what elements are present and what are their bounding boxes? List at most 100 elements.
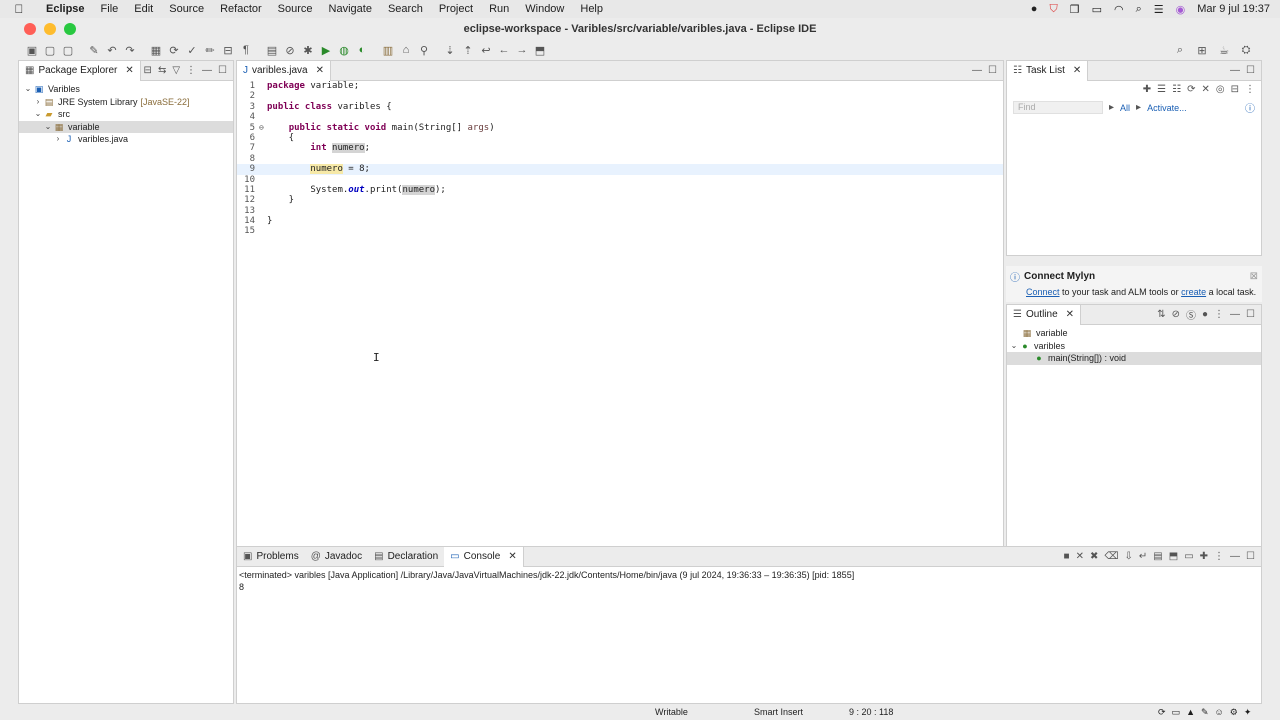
close-icon[interactable]: ✕ — [1073, 65, 1081, 76]
task-activate-link[interactable]: Activate... — [1147, 103, 1187, 113]
minimize-icon[interactable]: — — [202, 65, 212, 76]
close-icon[interactable]: ✕ — [1066, 309, 1074, 320]
pin-icon[interactable]: ⬒ — [532, 42, 548, 58]
code-line[interactable]: 2 — [237, 91, 1003, 101]
terminal-icon[interactable]: ▤ — [264, 42, 280, 58]
shield-icon[interactable]: ⛉ — [1049, 3, 1057, 16]
control-center-icon[interactable]: ☰ — [1154, 3, 1164, 16]
forward-icon[interactable]: → — [514, 42, 530, 58]
battery-icon[interactable]: ▭ — [1092, 3, 1102, 16]
code-line-current[interactable]: 9 numero = 8; — [237, 164, 1003, 175]
code-line[interactable]: 8 — [237, 154, 1003, 164]
smiley-icon[interactable]: ☺ — [1215, 707, 1224, 718]
redo-icon[interactable]: ↷ — [122, 42, 138, 58]
outline-item-method[interactable]: ● main(String[]) : void — [1007, 352, 1261, 365]
perspective-java-icon[interactable]: ☕ — [1216, 42, 1232, 58]
search-tool-icon[interactable]: ⚲ — [416, 42, 432, 58]
last-edit-icon[interactable]: ↩ — [478, 42, 494, 58]
task-find-input[interactable]: Find — [1013, 101, 1103, 114]
search-icon[interactable]: ⌕ — [1172, 42, 1188, 58]
debug-icon[interactable]: ✱ — [300, 42, 316, 58]
block-select-icon[interactable]: ⊟ — [220, 42, 236, 58]
view-menu-icon[interactable]: ⋮ — [1214, 309, 1224, 320]
save-icon[interactable]: ▢ — [42, 42, 58, 58]
code-line[interactable]: 6 { — [237, 133, 1003, 143]
record-icon[interactable]: ● — [1031, 3, 1038, 15]
tab-console[interactable]: ▭ Console ✕ — [444, 546, 524, 567]
toggle-mark-icon[interactable]: ✓ — [184, 42, 200, 58]
menu-file[interactable]: File — [93, 0, 127, 18]
code-line[interactable]: 14} — [237, 216, 1003, 226]
back-icon[interactable]: ← — [496, 42, 512, 58]
minimize-icon[interactable]: — — [1230, 65, 1240, 76]
outline-item-class[interactable]: ⌄ ● varibles — [1007, 340, 1261, 353]
spotlight-icon[interactable]: ⌕ — [1136, 3, 1142, 16]
focus-icon[interactable]: ◎ — [1216, 84, 1225, 95]
collapse-all-icon[interactable]: ⊟ — [1231, 84, 1239, 95]
filter-icon[interactable]: ▽ — [172, 65, 180, 76]
new-icon[interactable]: ▣ — [24, 42, 40, 58]
sync-icon[interactable]: ⟳ — [1187, 84, 1195, 95]
gear-icon[interactable]: ⚙ — [1230, 707, 1238, 718]
display-console-icon[interactable]: ▭ — [1184, 551, 1193, 562]
close-icon[interactable]: ✕ — [316, 65, 324, 76]
expand-icon[interactable]: ⌄ — [33, 108, 43, 121]
hide-nonpublic-icon[interactable]: ● — [1202, 309, 1208, 320]
remove-all-icon[interactable]: ✖ — [1090, 551, 1098, 562]
console-output[interactable]: <terminated> varibles [Java Application]… — [237, 567, 1261, 595]
view-menu-icon[interactable]: ⋮ — [1245, 84, 1255, 95]
chevron-down-icon[interactable]: ⌄ — [1009, 340, 1019, 353]
terminate-icon[interactable]: ■ — [1064, 551, 1070, 562]
build-icon[interactable]: ▦ — [148, 42, 164, 58]
expand-icon[interactable]: ⌄ — [43, 121, 53, 134]
sort-icon[interactable]: ⇅ — [1157, 309, 1165, 320]
whitespace-icon[interactable]: ¶ — [238, 42, 254, 58]
word-wrap-icon[interactable]: ↵ — [1139, 551, 1147, 562]
remove-launch-icon[interactable]: ✕ — [1076, 551, 1084, 562]
clear-console-icon[interactable]: ⌫ — [1104, 551, 1118, 562]
code-line[interactable]: 10 — [237, 175, 1003, 185]
open-perspective-icon[interactable]: ⊞ — [1194, 42, 1210, 58]
code-line[interactable]: 7 int numero; — [237, 143, 1003, 154]
close-icon[interactable]: ✕ — [125, 65, 133, 76]
book-icon[interactable]: ▭ — [1172, 707, 1181, 718]
open-type-icon[interactable]: ✎ — [86, 42, 102, 58]
mylyn-create-link[interactable]: create — [1181, 287, 1206, 297]
close-window-button[interactable] — [24, 23, 36, 35]
tab-varibles-java[interactable]: J varibles.java ✕ — [237, 60, 331, 81]
zoom-window-button[interactable] — [64, 23, 76, 35]
new-package-icon[interactable]: ▥ — [380, 42, 396, 58]
maximize-icon[interactable]: ☐ — [1246, 309, 1255, 320]
code-line[interactable]: 13 — [237, 206, 1003, 216]
new-task-icon[interactable]: ✚ — [1143, 84, 1151, 95]
siri-icon[interactable]: ◉ — [1176, 3, 1186, 16]
sync-status-icon[interactable]: ⟳ — [1158, 707, 1166, 718]
code-line[interactable]: 3 public class varibles { — [237, 102, 1003, 112]
menu-app[interactable]: Eclipse — [38, 0, 93, 18]
hide-completed-icon[interactable]: ✕ — [1201, 84, 1209, 95]
hat-icon[interactable]: ▲ — [1186, 707, 1195, 718]
code-line[interactable]: 4 — [237, 112, 1003, 122]
refresh-icon[interactable]: ⟳ — [166, 42, 182, 58]
menu-edit[interactable]: Edit — [126, 0, 161, 18]
show-on-output-icon[interactable]: ▤ — [1153, 551, 1162, 562]
run-icon[interactable]: ▶ — [318, 42, 334, 58]
wifi-icon[interactable]: ◠ — [1114, 3, 1124, 16]
tab-declaration[interactable]: ▤ Declaration — [368, 547, 444, 567]
perspective-debug-icon[interactable]: ⛭ — [1238, 42, 1254, 58]
tree-item-package[interactable]: ⌄ ▦ variable — [19, 120, 233, 134]
tree-item-jre[interactable]: › ▤ JRE System Library [JavaSE-22] — [19, 96, 233, 109]
minimize-icon[interactable]: — — [1230, 551, 1240, 562]
prev-annotation-icon[interactable]: ⇡ — [460, 42, 476, 58]
save-all-icon[interactable]: ▢ — [60, 42, 76, 58]
open-folder-icon[interactable]: ⌂ — [398, 42, 414, 58]
maximize-icon[interactable]: ☐ — [218, 65, 227, 76]
menu-project[interactable]: Project — [431, 0, 481, 18]
mylyn-connect-link[interactable]: Connect — [1026, 287, 1060, 297]
external-tools-icon[interactable]: ◐ — [354, 42, 370, 58]
expand-icon[interactable]: › — [33, 96, 43, 109]
tree-item-java-file[interactable]: › J varibles.java — [19, 133, 233, 146]
tab-problems[interactable]: ▣ Problems — [237, 547, 305, 567]
menu-help[interactable]: Help — [572, 0, 611, 18]
link-editor-icon[interactable]: ⇆ — [158, 65, 166, 76]
